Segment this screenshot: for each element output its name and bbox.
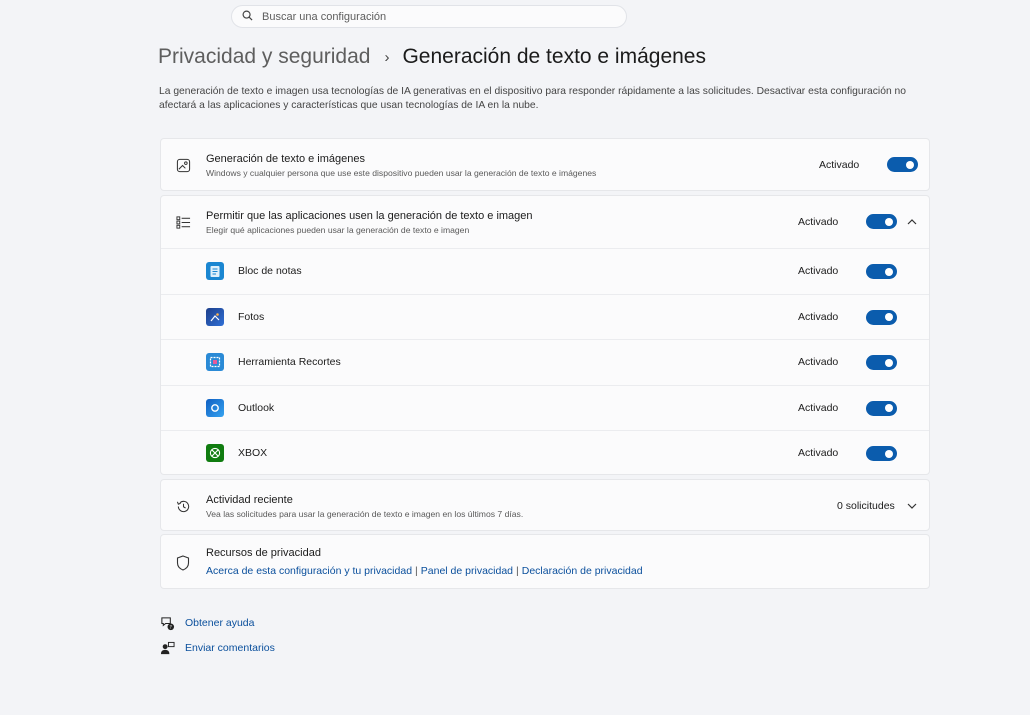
app-label: Fotos (238, 310, 265, 323)
app-row-outlook: Outlook Activado (161, 384, 929, 431)
main-setting-toggle[interactable] (887, 157, 918, 172)
main-setting-title: Generación de texto e imágenes (206, 153, 365, 165)
app-row-photos: Fotos Activado (161, 293, 929, 340)
privacy-links: Acerca de esta configuración y tu privac… (206, 565, 643, 577)
snipping-tool-toggle[interactable] (866, 355, 897, 370)
xbox-icon (206, 444, 224, 462)
apps-setting-title: Permitir que las aplicaciones usen la ge… (206, 210, 533, 222)
page-description: La generación de texto e imagen usa tecn… (159, 86, 906, 111)
recent-activity-title: Actividad reciente (206, 494, 293, 506)
main-setting-status: Activado (819, 159, 860, 171)
app-status: Activado (798, 401, 839, 414)
apps-setting-subtitle: Elegir qué aplicaciones pueden usar la g… (206, 225, 470, 235)
app-status: Activado (798, 356, 839, 368)
app-status: Activado (798, 310, 839, 323)
feedback-person-icon (159, 640, 175, 656)
chevron-up-icon[interactable] (906, 216, 918, 228)
privacy-resources-title: Recursos de privacidad (206, 547, 321, 559)
apps-setting-header[interactable]: Permitir que las aplicaciones usen la ge… (161, 196, 929, 248)
app-row-snipping-tool: Herramienta Recortes Activado (161, 339, 929, 385)
get-help-label: Obtener ayuda (185, 617, 255, 629)
outlook-icon (206, 398, 224, 417)
app-label: Herramienta Recortes (238, 356, 341, 368)
list-icon (175, 214, 191, 230)
send-feedback-link[interactable]: Enviar comentarios (159, 640, 275, 656)
app-label: XBOX (238, 447, 268, 459)
xbox-toggle[interactable] (866, 446, 897, 461)
help-chat-icon: ? (159, 615, 175, 631)
recent-activity-subtitle: Vea las solicitudes para usar la generac… (206, 509, 524, 519)
recent-activity-card[interactable]: Actividad reciente Vea las solicitudes p… (160, 479, 930, 531)
outlook-toggle[interactable] (866, 400, 897, 416)
app-status: Activado (798, 265, 839, 277)
history-icon (175, 498, 191, 514)
photos-toggle[interactable] (866, 309, 897, 325)
snipping-tool-icon (206, 353, 224, 371)
privacy-resources-card: Recursos de privacidad Acerca de esta co… (160, 534, 930, 589)
send-feedback-label: Enviar comentarios (185, 642, 275, 654)
breadcrumb-separator-icon: › (384, 48, 390, 66)
breadcrumb: Privacidad y seguridad › Generación de t… (158, 42, 706, 72)
privacy-link-statement[interactable]: Declaración de privacidad (522, 565, 643, 577)
app-status: Activado (798, 447, 839, 459)
apps-setting-toggle[interactable] (866, 214, 897, 229)
privacy-link-about[interactable]: Acerca de esta configuración y tu privac… (206, 565, 412, 577)
main-setting-subtitle: Windows y cualquier persona que use este… (206, 168, 597, 178)
chevron-down-icon[interactable] (906, 500, 918, 512)
search-box[interactable] (231, 5, 627, 28)
notepad-toggle[interactable] (866, 264, 897, 279)
notepad-icon (206, 262, 224, 280)
image-text-icon (175, 157, 191, 173)
main-setting-card: Generación de texto e imágenes Windows y… (160, 138, 930, 191)
link-divider: | (415, 565, 418, 577)
request-count: 0 solicitudes (837, 500, 895, 512)
breadcrumb-parent[interactable]: Privacidad y seguridad (158, 45, 370, 69)
app-label: Bloc de notas (238, 265, 302, 277)
search-input[interactable] (262, 10, 602, 23)
apps-setting-status: Activado (798, 216, 839, 228)
link-divider: | (516, 565, 519, 577)
page-title: Generación de texto e imágenes (402, 45, 706, 68)
privacy-link-dashboard[interactable]: Panel de privacidad (421, 565, 513, 577)
app-row-notepad: Bloc de notas Activado (161, 248, 929, 294)
app-row-xbox: XBOX Activado (161, 430, 929, 476)
photos-icon (206, 307, 224, 326)
search-icon (242, 8, 253, 26)
get-help-link[interactable]: ? Obtener ayuda (159, 615, 254, 631)
shield-icon (175, 555, 191, 571)
apps-setting-card: Permitir que las aplicaciones usen la ge… (160, 195, 930, 475)
app-label: Outlook (238, 401, 275, 414)
